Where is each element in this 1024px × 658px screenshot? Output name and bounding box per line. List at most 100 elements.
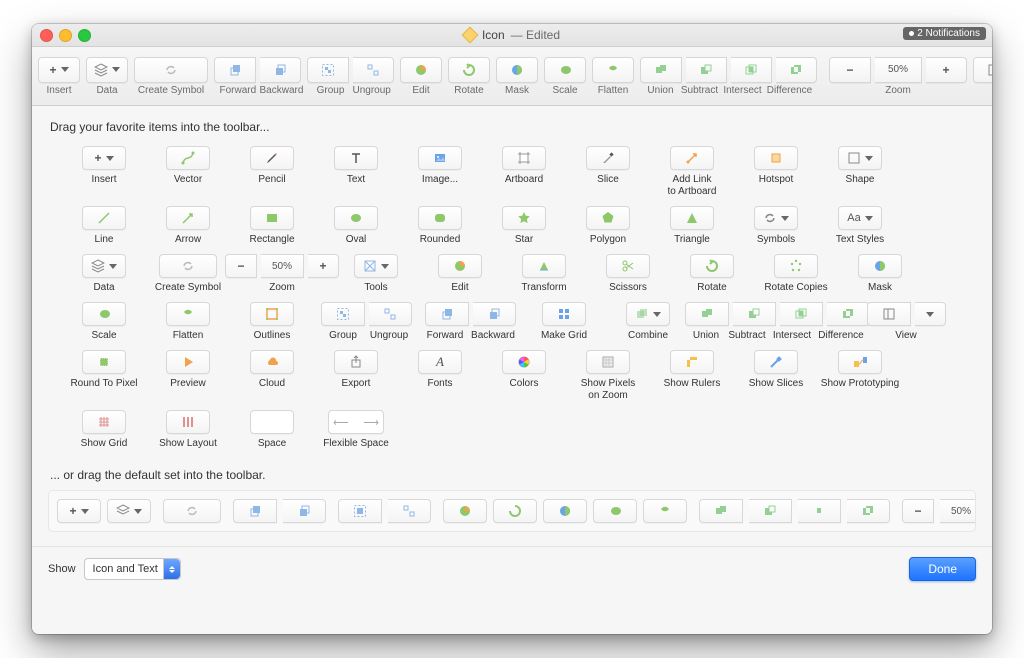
item-scissors[interactable]: Scissors [588, 254, 668, 294]
play-icon [181, 355, 195, 369]
item-cloud[interactable]: Cloud [232, 350, 312, 402]
item-space[interactable]: Space [232, 410, 312, 450]
ungroup-icon [366, 63, 380, 77]
grid-icon [97, 415, 111, 429]
union-button[interactable] [640, 57, 682, 83]
tools-icon [363, 259, 377, 273]
item-line[interactable]: Line [64, 206, 144, 246]
item-hotspot[interactable]: Hotspot [736, 146, 816, 198]
item-rulers[interactable]: Show Rulers [652, 350, 732, 402]
def-backward [283, 499, 326, 523]
item-mask[interactable]: Mask [840, 254, 920, 294]
zoom-out-button[interactable]: − [829, 57, 871, 83]
item-rounded[interactable]: Rounded [400, 206, 480, 246]
notifications-label: 2 Notifications [917, 28, 980, 39]
items-grid: +Insert Vector Pencil Text Image... Artb… [32, 142, 992, 450]
item-artboard[interactable]: Artboard [484, 146, 564, 198]
item-vector[interactable]: Vector [148, 146, 228, 198]
item-rectangle[interactable]: Rectangle [232, 206, 312, 246]
item-insert[interactable]: +Insert [64, 146, 144, 198]
mask-icon [873, 259, 887, 273]
mask-button[interactable] [496, 57, 538, 83]
item-make-grid[interactable]: Make Grid [524, 302, 604, 342]
item-colors[interactable]: Colors [484, 350, 564, 402]
backward-button[interactable] [260, 57, 301, 83]
item-oval[interactable]: Oval [316, 206, 396, 246]
item-show-layout[interactable]: Show Layout [148, 410, 228, 450]
flatten-button[interactable] [592, 57, 634, 83]
ungroup-button[interactable] [353, 57, 394, 83]
create-symbol-label: Create Symbol [138, 85, 204, 96]
item-pencil[interactable]: Pencil [232, 146, 312, 198]
item-symbols[interactable]: Symbols [736, 206, 816, 246]
notifications-badge[interactable]: 2 Notifications [903, 27, 986, 40]
done-button[interactable]: Done [909, 557, 976, 581]
subtract-button[interactable] [686, 57, 727, 83]
refresh-icon [181, 259, 195, 273]
prototyping-icon [853, 355, 867, 369]
item-polygon[interactable]: Polygon [568, 206, 648, 246]
item-shape[interactable]: Shape [820, 146, 900, 198]
item-text[interactable]: Text [316, 146, 396, 198]
item-export[interactable]: Export [316, 350, 396, 402]
scale-button[interactable] [544, 57, 586, 83]
item-outlines[interactable]: Outlines [232, 302, 312, 342]
rectangle-icon [265, 211, 279, 225]
item-boolean-ops[interactable]: Union Subtract Intersect Difference [692, 302, 862, 342]
item-slices[interactable]: Show Slices [736, 350, 816, 402]
item-group-ungroup[interactable]: GroupUngroup [316, 302, 416, 342]
item-rotate[interactable]: Rotate [672, 254, 752, 294]
show-mode-select[interactable]: Icon and Text [84, 558, 181, 580]
item-data[interactable]: Data [64, 254, 144, 294]
intersect-icon [794, 307, 808, 321]
item-flexible-space[interactable]: ⟵⟶Flexible Space [316, 410, 396, 450]
item-rotate-copies[interactable]: Rotate Copies [756, 254, 836, 294]
item-image[interactable]: Image... [400, 146, 480, 198]
pixels-icon [601, 355, 615, 369]
item-star[interactable]: Star [484, 206, 564, 246]
def-union [699, 499, 743, 523]
item-arrow[interactable]: Arrow [148, 206, 228, 246]
item-forward-backward[interactable]: ForwardBackward [420, 302, 520, 342]
item-slice[interactable]: Slice [568, 146, 648, 198]
item-combine[interactable]: Combine [608, 302, 688, 342]
rotate-icon [705, 259, 719, 273]
view-icon [987, 63, 992, 77]
item-edit[interactable]: Edit [420, 254, 500, 294]
item-zoom[interactable]: −50%+Zoom [232, 254, 332, 294]
item-show-grid[interactable]: Show Grid [64, 410, 144, 450]
item-round-pixel[interactable]: Round To Pixel [64, 350, 144, 402]
item-add-link[interactable]: Add Link to Artboard [652, 146, 732, 198]
item-prototyping[interactable]: Show Prototyping [820, 350, 900, 402]
union-label: Union [645, 85, 677, 96]
edit-button[interactable] [400, 57, 442, 83]
zoom-value[interactable]: 50% [875, 57, 922, 83]
item-preview[interactable]: Preview [148, 350, 228, 402]
edit-icon [453, 259, 467, 273]
item-create-symbol[interactable]: Create Symbol [148, 254, 228, 294]
item-transform[interactable]: Transform [504, 254, 584, 294]
item-triangle[interactable]: Triangle [652, 206, 732, 246]
item-fonts[interactable]: AFonts [400, 350, 480, 402]
item-flatten[interactable]: Flatten [148, 302, 228, 342]
zoom-in-button[interactable]: + [926, 57, 967, 83]
data-button[interactable] [86, 57, 128, 83]
rotate-button[interactable] [448, 57, 490, 83]
create-symbol-button[interactable] [134, 57, 208, 83]
insert-button[interactable]: + [38, 57, 80, 83]
item-text-styles[interactable]: AaText Styles [820, 206, 900, 246]
intersect-button[interactable] [731, 57, 772, 83]
main-toolbar: + Insert Data Create Symbol ForwardBackw… [32, 47, 992, 106]
forward-button[interactable] [214, 57, 256, 83]
item-scale[interactable]: Scale [64, 302, 144, 342]
view-button[interactable] [973, 57, 992, 83]
item-tools[interactable]: Tools [336, 254, 416, 294]
ungroup-label: Ungroup [353, 85, 389, 96]
rotate-copies-icon [789, 259, 803, 273]
difference-button[interactable] [776, 57, 817, 83]
group-label: Group [313, 85, 349, 96]
default-set[interactable]: + − 50% + » [48, 490, 976, 532]
item-view[interactable]: View [866, 302, 946, 342]
group-button[interactable] [307, 57, 349, 83]
item-pixels-zoom[interactable]: Show Pixels on Zoom [568, 350, 648, 402]
